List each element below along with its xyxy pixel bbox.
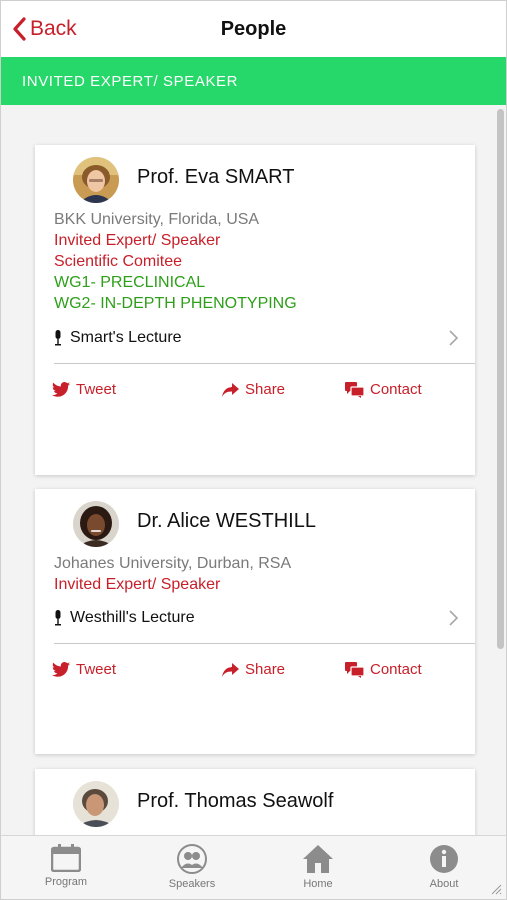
person-name: Prof. Thomas Seawolf	[137, 790, 334, 812]
info-icon	[430, 845, 458, 873]
tweet-label: Tweet	[76, 381, 117, 398]
divider	[54, 643, 475, 644]
chevron-right-icon	[449, 330, 458, 346]
tab-label: About	[429, 878, 459, 890]
person-name: Prof. Eva SMART	[137, 166, 295, 188]
chat-icon	[345, 381, 364, 398]
calendar-icon	[51, 844, 81, 872]
person-card: Prof. Thomas Seawolf	[35, 769, 475, 835]
person-card: Prof. Eva SMART BKK University, Florida,…	[35, 145, 475, 475]
tab-label: Home	[303, 878, 333, 890]
chevron-right-icon	[449, 610, 458, 626]
tab-program[interactable]: Program	[16, 844, 116, 888]
tab-speakers[interactable]: Speakers	[142, 844, 242, 890]
lecture-link[interactable]: Smart's Lecture	[54, 324, 474, 352]
top-navbar: Back People	[1, 1, 506, 57]
scrollbar[interactable]	[497, 109, 504, 649]
person-details: BKK University, Florida, USA Invited Exp…	[54, 209, 297, 314]
lecture-title: Smart's Lecture	[70, 329, 182, 346]
divider	[54, 363, 475, 364]
avatar	[73, 501, 119, 547]
share-icon	[222, 662, 239, 677]
twitter-icon	[52, 382, 70, 397]
lecture-title: Westhill's Lecture	[70, 609, 195, 626]
person-role: Scientific Comitee	[54, 253, 183, 270]
person-affiliation: Johanes University, Durban, RSA	[54, 555, 292, 572]
app-frame: Back People INVITED EXPERT/ SPEAKER Prof…	[0, 0, 507, 900]
tweet-button[interactable]: Tweet	[52, 381, 116, 398]
chat-icon	[345, 661, 364, 678]
person-role: Invited Expert/ Speaker	[54, 232, 221, 249]
people-list[interactable]: Prof. Eva SMART BKK University, Florida,…	[1, 105, 506, 835]
tweet-label: Tweet	[76, 661, 117, 678]
page-title: People	[220, 18, 287, 40]
tab-about[interactable]: About	[394, 844, 494, 890]
person-role: Invited Expert/ Speaker	[54, 576, 221, 593]
person-group: WG1- PRECLINICAL	[54, 274, 206, 291]
person-details: Johanes University, Durban, RSA Invited …	[54, 553, 291, 595]
microphone-icon	[55, 330, 61, 346]
bottom-tab-bar: Program Speakers Home About	[1, 835, 506, 899]
tweet-button[interactable]: Tweet	[52, 661, 116, 678]
contact-label: Contact	[370, 381, 422, 398]
section-header: INVITED EXPERT/ SPEAKER	[1, 57, 506, 105]
card-actions: Tweet Share Contact	[35, 381, 475, 403]
tab-home[interactable]: Home	[268, 844, 368, 890]
microphone-icon	[55, 610, 61, 626]
tab-label: Speakers	[168, 878, 216, 890]
person-card: Dr. Alice WESTHILL Johanes University, D…	[35, 489, 475, 754]
share-icon	[222, 382, 239, 397]
home-icon	[303, 845, 333, 873]
contact-button[interactable]: Contact	[345, 381, 422, 398]
people-icon	[177, 844, 207, 874]
share-label: Share	[245, 661, 286, 678]
person-name: Dr. Alice WESTHILL	[137, 510, 316, 532]
share-button[interactable]: Share	[222, 381, 285, 398]
avatar	[73, 157, 119, 203]
twitter-icon	[52, 662, 70, 677]
share-button[interactable]: Share	[222, 661, 285, 678]
avatar	[73, 781, 119, 827]
card-actions: Tweet Share Contact	[35, 661, 475, 683]
lecture-link[interactable]: Westhill's Lecture	[54, 604, 474, 632]
tab-label: Program	[44, 876, 88, 888]
resize-grip-icon[interactable]	[490, 883, 502, 895]
contact-label: Contact	[370, 661, 422, 678]
contact-button[interactable]: Contact	[345, 661, 422, 678]
person-affiliation: BKK University, Florida, USA	[54, 211, 260, 228]
person-group: WG2- IN-DEPTH PHENOTYPING	[54, 295, 297, 312]
share-label: Share	[245, 381, 286, 398]
